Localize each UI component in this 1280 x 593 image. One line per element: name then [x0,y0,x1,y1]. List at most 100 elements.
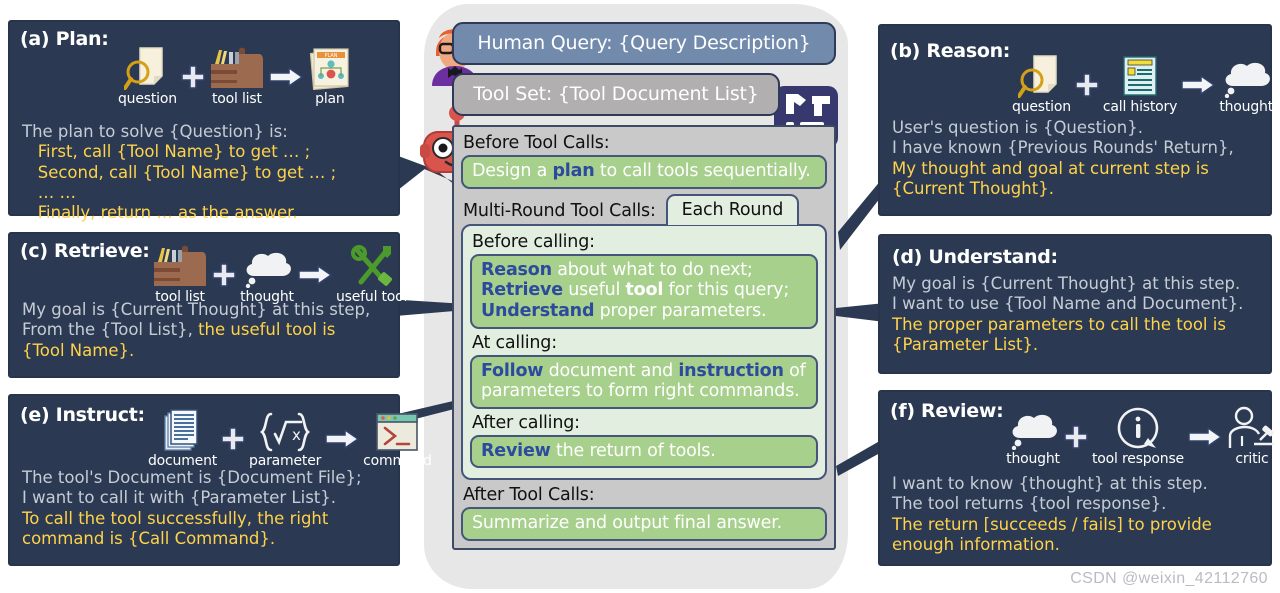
panel-reason: (b) Reason: question call history though… [878,24,1273,216]
plan-document-icon-caption: plan [315,91,345,107]
round-bar-1: Follow document and instruction of parame… [470,354,818,409]
round-line: Retrieve useful tool for this query; [481,280,790,301]
terminal-window-icon-caption: command [363,453,432,469]
round-line: Review the return of tools. [481,440,716,461]
thought-cloud-icon [1006,404,1060,450]
thought-cloud-icon [1219,52,1273,98]
terminal-window-icon [375,406,419,452]
document-stack-icon-caption: document [148,453,218,469]
thought-cloud-icon-caption: thought [1006,451,1060,467]
panel-title-plan: (a) Plan: [20,28,109,50]
icon-strip-reason: question call history thought [1012,52,1273,115]
panel-title-retrieve: (c) Retrieve: [20,240,150,262]
panel-line: The proper parameters to call the tool i… [892,314,1226,334]
round-line: parameters to form right commands. [481,381,800,402]
before-tool-calls-text: Design a plan to call tools sequentially… [472,161,811,181]
panel-body-retrieve: My goal is {Current Thought} at this ste… [22,300,390,361]
critic-judge-icon-cell: critic [1226,404,1278,467]
question-magnifier-icon [124,44,170,90]
round-line: Follow document and instruction of [481,360,806,381]
before-tool-calls-bar: Design a plan to call tools sequentially… [461,155,827,189]
info-bubble-icon-cell: tool response [1092,404,1184,467]
plan-document-icon: PLAN [307,44,353,90]
panel-title-reason: (b) Reason: [890,40,1011,62]
panel-line: To call the tool successfully, the right [22,508,329,528]
after-tool-calls-text: Summarize and output final answer. [472,513,782,534]
arrow-right-icon [325,423,360,469]
panel-body-reason: User's question is {Question}. I have kno… [892,118,1262,199]
parameter-formula-icon-cell: x parameter [249,406,321,469]
panel-title-instruct: (e) Instruct: [20,404,145,426]
call-history-icon-caption: call history [1102,99,1178,115]
panel-review: (f) Review: thought tool response critic… [878,390,1274,566]
toolbox-icon [209,44,265,90]
info-bubble-icon [1114,404,1162,450]
after-tool-calls-bar: Summarize and output final answer. [461,507,827,542]
panel-body-review: I want to know {thought} at this step. Th… [892,474,1262,555]
each-round-tab[interactable]: Each Round [665,193,800,225]
panel-retrieve: (c) Retrieve: tool list thought useful t… [8,232,407,378]
panel-line: command is {Call Command}. [22,528,276,548]
round-label-2: After calling: [472,412,580,433]
arrow-right-icon [1188,421,1222,467]
panel-body-instruct: The tool's Document is {Document File}; I… [22,468,390,549]
panel-body-understand: My goal is {Current Thought} at this ste… [892,274,1262,355]
panel-line: My goal is {Current Thought} at this ste… [892,274,1241,293]
panel-line: The plan to solve {Question} is: [22,122,288,141]
critic-judge-icon-caption: critic [1235,451,1269,467]
panel-line: enough information. [892,534,1060,554]
round-bar-0: Reason about what to do next; Retrieve us… [470,253,818,329]
toolbox-icon-caption: tool list [212,91,262,107]
panel-line: I have known {Previous Rounds' Return}, [892,138,1234,158]
tool-set-bar[interactable]: Tool Set: {Tool Document List} [452,73,780,116]
panel-line: I want to use {Tool Name and Document}. [892,294,1244,314]
panel-understand: (d) Understand: My goal is {Current Thoug… [878,234,1272,374]
document-stack-icon [163,406,203,452]
panel-line: First, call {Tool Name} to get … ; [22,142,311,162]
plus-icon [1064,421,1088,467]
question-magnifier-icon-cell: question [1012,52,1071,115]
thought-cloud-icon-cell: thought [1006,404,1060,467]
panel-line: I want to call it with {Parameter List}. [22,488,337,508]
thought-cloud-icon-caption: thought [1219,99,1273,115]
pipeline-stage-box: Before Tool Calls: Design a plan to call… [452,125,836,551]
panel-line: {Tool Name}. [22,340,135,360]
icon-strip-instruct: document x parameter command [148,406,432,469]
panel-line: Second, call {Tool Name} to get … ; [22,162,337,182]
panel-plan: (a) Plan: question tool list PLAN plan T… [8,20,400,222]
panel-line: I want to know {thought} at this step. [892,474,1208,493]
plus-icon [221,423,245,469]
toolbox-icon-cell: tool list [152,242,208,305]
document-stack-icon-cell: document [148,406,217,469]
after-tool-calls-label: After Tool Calls: [463,485,595,506]
icon-strip-plan: question tool list PLAN plan [118,44,353,107]
toolbox-icon [152,242,208,288]
plus-icon [181,61,205,107]
panel-line: {Parameter List}. [892,334,1039,354]
question-magnifier-icon-caption: question [1012,99,1071,115]
panel-line: The tool returns {tool response}. [892,494,1167,514]
human-query-bar[interactable]: Human Query: {Query Description} [452,22,836,65]
question-magnifier-icon-caption: question [118,91,177,107]
panel-line: My thought and goal at current step is [892,158,1209,178]
thought-cloud-icon-cell: thought [240,242,294,305]
panel-line: From the {Tool List}, the useful tool is [22,320,336,340]
round-line: Reason about what to do next; [481,259,753,280]
thought-cloud-icon-cell: thought [1219,52,1273,115]
plus-icon [212,259,236,305]
diagram-canvas: Human Query: {Query Description} Tool Se… [0,0,1280,593]
panel-line: … … [22,182,76,202]
panel-body-plan: The plan to solve {Question} is: First, … [22,122,390,223]
arrow-right-icon [298,259,332,305]
panel-line: My goal is {Current Thought} at this ste… [22,300,371,319]
panel-line: {Current Thought}. [892,178,1054,198]
round-label-0: Before calling: [472,231,595,252]
terminal-window-icon-cell: command [363,406,432,469]
each-round-container: Before calling: Reason about what to do n… [461,223,827,481]
call-history-icon-cell: call history [1103,52,1177,115]
plan-document-icon-cell: PLAN plan [307,44,353,107]
panel-line: Finally, return … as the answer. [22,203,298,223]
panel-title-understand: (d) Understand: [892,246,1058,268]
panel-line: User's question is {Question}. [892,118,1143,137]
thought-cloud-icon [240,242,294,288]
